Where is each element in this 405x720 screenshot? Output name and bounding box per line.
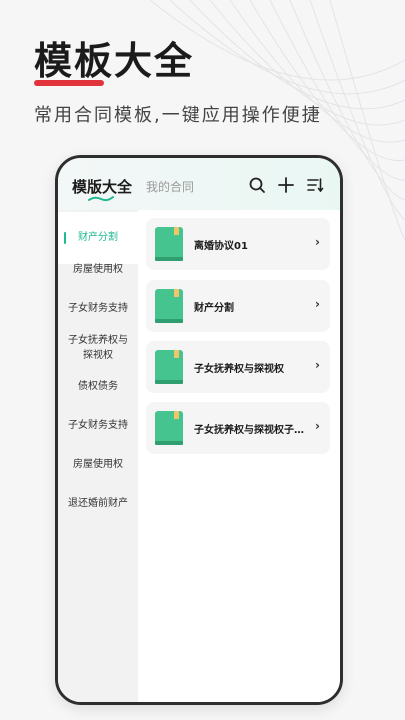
sidebar-item-premarital-property[interactable]: 退还婚前财产 — [58, 496, 138, 511]
sidebar-item-label: 子女抚养权与探视权 — [68, 335, 128, 361]
sort-list-icon[interactable] — [306, 176, 324, 194]
document-book-icon — [155, 227, 183, 261]
sidebar-item-label: 房屋使用权 — [73, 264, 123, 275]
phone-mockup: 模版大全 我的合同 财产分割 房屋使用权 子女财务支持 子女抚养权与探视权 债权… — [55, 155, 343, 705]
sidebar-item-label: 子女财务支持 — [68, 303, 128, 314]
chevron-right-icon: › — [315, 235, 320, 249]
search-icon[interactable] — [248, 176, 266, 194]
sidebar-item-label: 财产分割 — [78, 232, 118, 243]
active-tab-indicator — [88, 196, 114, 202]
chevron-right-icon: › — [315, 297, 320, 311]
sidebar-item-label: 债权债务 — [78, 381, 118, 392]
sidebar-item-label: 房屋使用权 — [73, 459, 123, 470]
template-title: 离婚协议01 — [194, 241, 248, 252]
active-marker — [64, 232, 66, 244]
template-list: 离婚协议01 › 财产分割 › 子女抚养权与探视权 › 子女抚养权与探视权子女 … — [138, 210, 340, 702]
template-card[interactable]: 子女抚养权与探视权 › — [146, 341, 330, 393]
template-card[interactable]: 财产分割 › — [146, 280, 330, 332]
sidebar-item-housing-rights[interactable]: 房屋使用权 — [58, 262, 138, 277]
tab-templates[interactable]: 模版大全 — [72, 176, 132, 197]
plus-icon[interactable] — [277, 176, 295, 194]
hero-subtitle: 常用合同模板,一键应用操作便捷 — [34, 105, 322, 126]
chevron-right-icon: › — [315, 419, 320, 433]
document-book-icon — [155, 289, 183, 323]
sidebar-item-housing-rights-2[interactable]: 房屋使用权 — [58, 457, 138, 472]
template-title: 子女抚养权与探视权 — [194, 364, 284, 375]
chevron-right-icon: › — [315, 358, 320, 372]
sidebar-item-label: 子女财务支持 — [68, 420, 128, 431]
hero-title: 模板大全 — [34, 39, 195, 83]
hero-underline — [34, 80, 104, 86]
category-sidebar: 财产分割 房屋使用权 子女财务支持 子女抚养权与探视权 债权债务 子女财务支持 … — [58, 210, 138, 702]
sidebar-item-custody-visitation[interactable]: 子女抚养权与探视权 — [58, 333, 138, 363]
sidebar-item-label: 退还婚前财产 — [68, 498, 128, 509]
sidebar-item-child-financial-support[interactable]: 子女财务支持 — [58, 301, 138, 316]
document-book-icon — [155, 411, 183, 445]
sidebar-item-property-division[interactable]: 财产分割 — [58, 212, 138, 264]
top-bar: 模版大全 我的合同 — [58, 158, 340, 210]
template-card[interactable]: 子女抚养权与探视权子女抚养权与探视权 › — [146, 402, 330, 454]
sidebar-item-child-financial-support-2[interactable]: 子女财务支持 — [58, 418, 138, 433]
document-book-icon — [155, 350, 183, 384]
sidebar-item-debts[interactable]: 债权债务 — [58, 379, 138, 394]
template-card[interactable]: 离婚协议01 › — [146, 218, 330, 270]
template-title: 财产分割 — [194, 303, 234, 314]
tab-my-contracts[interactable]: 我的合同 — [146, 178, 194, 195]
template-title: 子女抚养权与探视权子女抚养权与探视权 — [194, 425, 308, 436]
